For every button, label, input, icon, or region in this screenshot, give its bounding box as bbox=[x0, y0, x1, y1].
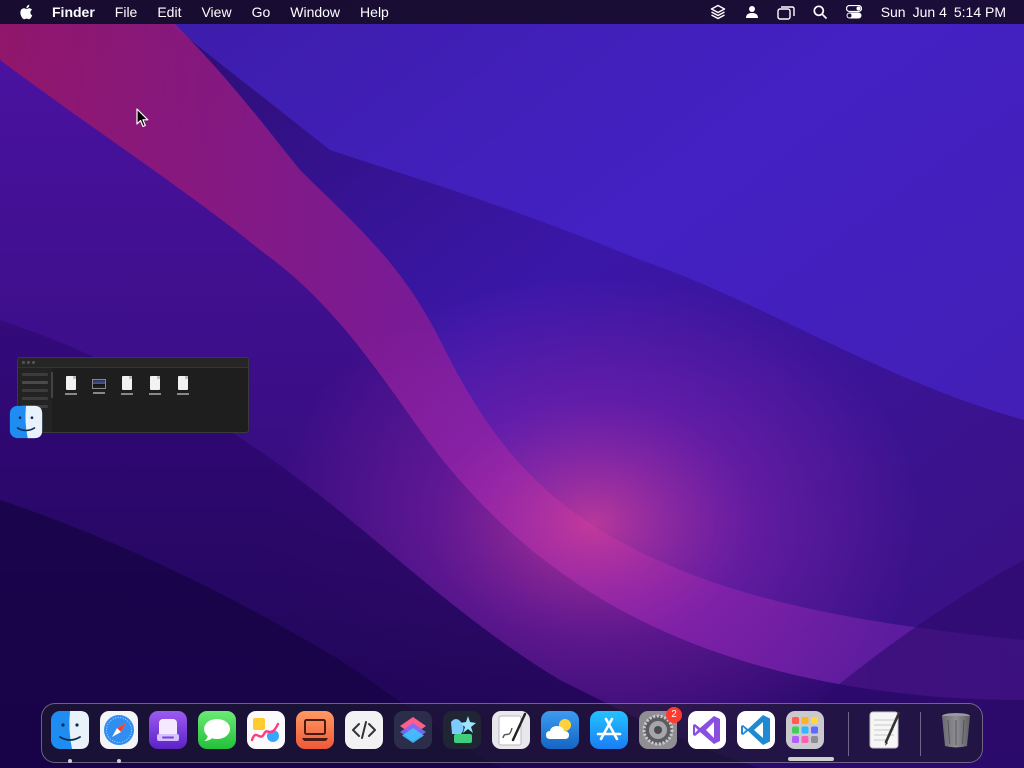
file-item[interactable] bbox=[90, 376, 107, 395]
safari-icon bbox=[100, 711, 138, 749]
app-store-icon bbox=[590, 711, 628, 749]
dock-item-textedit[interactable] bbox=[864, 710, 904, 750]
dock-item-archive[interactable] bbox=[148, 710, 188, 750]
document-icon bbox=[65, 376, 76, 390]
freeform-icon bbox=[247, 711, 285, 749]
apple-menu-icon[interactable] bbox=[16, 2, 36, 22]
menu-file[interactable]: File bbox=[105, 0, 148, 24]
running-indicator bbox=[117, 759, 121, 763]
menu-view[interactable]: View bbox=[191, 0, 241, 24]
clock-date: Jun 4 bbox=[912, 4, 947, 20]
design-icon bbox=[443, 711, 481, 749]
menu-help[interactable]: Help bbox=[350, 0, 399, 24]
menu-go[interactable]: Go bbox=[242, 0, 281, 24]
dock-item-code-editor[interactable] bbox=[344, 710, 384, 750]
dock-scroll-indicator bbox=[788, 757, 834, 761]
dock-item-messages[interactable] bbox=[197, 710, 237, 750]
dock-item-freeform[interactable] bbox=[246, 710, 286, 750]
menu-bar: Finder File Edit View Go Window Help Sun… bbox=[0, 0, 1024, 24]
code-icon bbox=[345, 711, 383, 749]
menu-window[interactable]: Window bbox=[280, 0, 350, 24]
image-file-icon bbox=[91, 379, 106, 389]
dock-item-script-editor[interactable] bbox=[491, 710, 531, 750]
window-traffic-lights bbox=[22, 361, 35, 364]
dock-item-design-tool[interactable] bbox=[442, 710, 482, 750]
weather-icon bbox=[541, 711, 579, 749]
finder-icon bbox=[9, 405, 43, 439]
visual-studio-icon bbox=[688, 711, 726, 749]
document-icon bbox=[121, 376, 132, 390]
user-icon[interactable] bbox=[735, 0, 769, 24]
dock-item-screens[interactable] bbox=[295, 710, 335, 750]
app-menu-finder[interactable]: Finder bbox=[48, 0, 105, 24]
dock-separator bbox=[920, 712, 921, 756]
finder-file-grid bbox=[62, 376, 191, 395]
notification-badge: 2 bbox=[666, 707, 682, 723]
window-titlebar bbox=[18, 358, 248, 368]
archive-icon bbox=[149, 711, 187, 749]
search-icon[interactable] bbox=[803, 0, 837, 24]
layers-icon[interactable] bbox=[701, 0, 735, 24]
vscode-icon bbox=[737, 711, 775, 749]
file-item[interactable] bbox=[174, 376, 191, 395]
file-item[interactable] bbox=[146, 376, 163, 395]
menu-edit[interactable]: Edit bbox=[147, 0, 191, 24]
dock-item-shortcuts[interactable] bbox=[393, 710, 433, 750]
dock-item-trash[interactable] bbox=[936, 710, 976, 750]
clock-time: 5:14 PM bbox=[953, 4, 1006, 20]
mouse-cursor-icon bbox=[136, 108, 149, 128]
dock-item-safari[interactable] bbox=[99, 710, 139, 750]
dock-item-system-settings[interactable]: 2 bbox=[638, 707, 682, 750]
menu-bar-clock[interactable]: Sun Jun 4 5:14 PM bbox=[871, 4, 1024, 20]
document-icon bbox=[149, 376, 160, 390]
launchpad-icon bbox=[786, 711, 824, 749]
finder-window-preview[interactable] bbox=[17, 357, 249, 433]
messages-icon bbox=[198, 711, 236, 749]
running-indicator bbox=[68, 759, 72, 763]
dock-item-finder[interactable] bbox=[50, 710, 90, 750]
finder-icon bbox=[51, 711, 89, 749]
shortcuts-icon bbox=[394, 711, 432, 749]
dock-item-visual-studio[interactable] bbox=[687, 710, 727, 750]
sidebar-scrollbar bbox=[51, 372, 53, 398]
clock-day: Sun bbox=[880, 4, 906, 20]
dock-item-weather[interactable] bbox=[540, 710, 580, 750]
dock: 2 bbox=[41, 703, 983, 763]
trash-icon bbox=[942, 713, 970, 748]
textedit-icon bbox=[869, 711, 901, 749]
dock-item-vscode[interactable] bbox=[736, 710, 776, 750]
menu-bar-status-area: Sun Jun 4 5:14 PM bbox=[701, 0, 1024, 24]
window-icon[interactable] bbox=[769, 0, 803, 24]
dock-separator bbox=[848, 712, 849, 756]
dock-item-app-store[interactable] bbox=[589, 710, 629, 750]
file-item[interactable] bbox=[62, 376, 79, 395]
control-center-icon[interactable] bbox=[837, 0, 871, 24]
dock-item-launchpad[interactable] bbox=[785, 710, 825, 750]
document-icon bbox=[177, 376, 188, 390]
laptop-icon bbox=[296, 711, 334, 749]
file-item[interactable] bbox=[118, 376, 135, 395]
script-icon bbox=[492, 711, 530, 749]
